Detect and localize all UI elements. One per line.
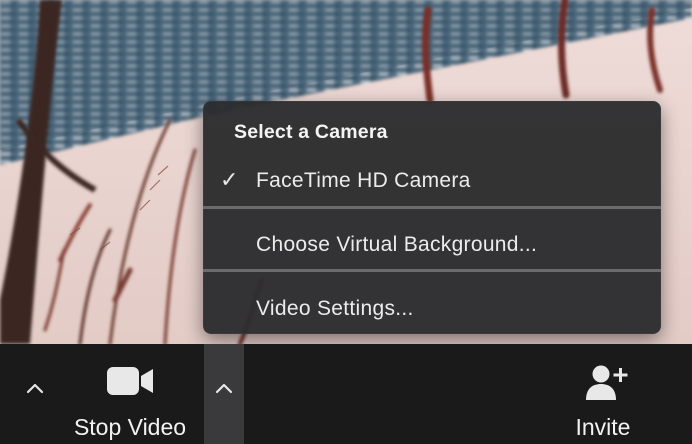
menu-header: Select a Camera bbox=[234, 121, 388, 143]
audio-options-button[interactable] bbox=[15, 344, 55, 444]
menu-item-facetime-hd-camera[interactable]: ✓ FaceTime HD Camera bbox=[203, 158, 661, 202]
add-person-icon bbox=[586, 365, 628, 400]
menu-item-label: FaceTime HD Camera bbox=[256, 169, 471, 192]
invite-button[interactable]: Invite bbox=[560, 344, 646, 444]
video-options-button[interactable] bbox=[204, 344, 244, 444]
menu-item-label: Video Settings... bbox=[256, 297, 414, 320]
chevron-up-icon bbox=[215, 383, 233, 394]
menu-item-video-settings[interactable]: Video Settings... bbox=[203, 286, 661, 330]
stop-video-label: Stop Video bbox=[73, 414, 187, 440]
invite-label: Invite bbox=[575, 414, 631, 440]
chevron-up-icon bbox=[26, 383, 44, 394]
menu-separator bbox=[203, 269, 661, 272]
menu-item-virtual-background[interactable]: Choose Virtual Background... bbox=[203, 222, 661, 266]
meeting-toolbar: Stop Video Invite bbox=[0, 344, 692, 444]
menu-item-label: Choose Virtual Background... bbox=[256, 233, 538, 256]
checkmark-icon: ✓ bbox=[220, 167, 239, 192]
stop-video-button[interactable]: Stop Video bbox=[60, 344, 200, 444]
camera-select-menu: Select a Camera ✓ FaceTime HD Camera Cho… bbox=[203, 101, 661, 334]
menu-separator bbox=[203, 206, 661, 209]
video-camera-icon bbox=[107, 367, 153, 395]
